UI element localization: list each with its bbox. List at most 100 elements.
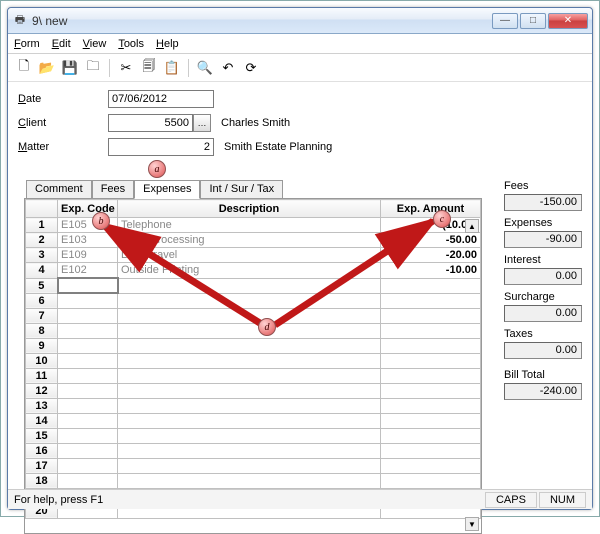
cell-code[interactable]: E102 <box>58 263 118 279</box>
tab-expenses[interactable]: Expenses <box>134 180 200 199</box>
cell-code[interactable] <box>58 458 118 473</box>
cell-amount[interactable] <box>381 398 481 413</box>
date-field[interactable] <box>108 90 214 108</box>
cell-amount[interactable] <box>381 278 481 293</box>
cell-amount[interactable] <box>381 293 481 308</box>
cell-desc[interactable]: Outside Printing <box>118 263 381 279</box>
cell-amount[interactable] <box>381 308 481 323</box>
cell-desc[interactable] <box>118 428 381 443</box>
cell-desc[interactable] <box>118 413 381 428</box>
row-header[interactable]: 5 <box>26 278 58 293</box>
folder-icon[interactable]: 🗀 <box>83 58 103 78</box>
cell-code[interactable] <box>58 323 118 338</box>
cell-amount[interactable] <box>381 428 481 443</box>
row-header[interactable]: 9 <box>26 338 58 353</box>
cell-desc[interactable] <box>118 368 381 383</box>
table-row[interactable]: 18 <box>26 473 481 488</box>
find-icon[interactable]: 🔍 <box>195 58 215 78</box>
cell-desc[interactable] <box>118 458 381 473</box>
table-row[interactable]: 14 <box>26 413 481 428</box>
row-header[interactable]: 7 <box>26 308 58 323</box>
cell-amount[interactable]: -20.00 <box>381 248 481 263</box>
row-header[interactable]: 1 <box>26 218 58 233</box>
cell-code[interactable] <box>58 278 118 293</box>
cell-desc[interactable]: Telephone <box>118 218 381 233</box>
table-row[interactable]: 7 <box>26 308 481 323</box>
table-row[interactable]: 2E103Word Processing-50.00 <box>26 233 481 248</box>
scroll-down-icon[interactable]: ▼ <box>465 517 479 531</box>
cell-amount[interactable] <box>381 458 481 473</box>
cell-desc[interactable] <box>118 398 381 413</box>
row-header[interactable]: 2 <box>26 233 58 248</box>
cell-desc[interactable] <box>118 323 381 338</box>
table-row[interactable]: 11 <box>26 368 481 383</box>
cell-desc[interactable] <box>118 443 381 458</box>
expense-grid[interactable]: Exp. Code Description Exp. Amount 1E105T… <box>25 199 481 533</box>
cell-code[interactable] <box>58 398 118 413</box>
col-header-amount[interactable]: Exp. Amount <box>381 200 481 218</box>
cell-amount[interactable] <box>381 368 481 383</box>
open-icon[interactable]: 📂 <box>37 58 57 78</box>
cell-code[interactable] <box>58 383 118 398</box>
cell-code[interactable] <box>58 368 118 383</box>
cell-amount[interactable] <box>381 443 481 458</box>
row-header[interactable]: 10 <box>26 353 58 368</box>
tab-int-sur-tax[interactable]: Int / Sur / Tax <box>200 180 283 199</box>
table-row[interactable]: 6 <box>26 293 481 308</box>
row-header[interactable]: 18 <box>26 473 58 488</box>
titlebar[interactable]: 🖶 9\ new — □ ✕ <box>8 8 592 34</box>
client-lookup-button[interactable]: … <box>193 114 211 132</box>
table-row[interactable]: 13 <box>26 398 481 413</box>
cell-amount[interactable] <box>381 338 481 353</box>
cell-amount[interactable]: -50.00 <box>381 233 481 248</box>
cell-amount[interactable] <box>381 383 481 398</box>
row-header[interactable]: 13 <box>26 398 58 413</box>
row-header[interactable]: 14 <box>26 413 58 428</box>
cell-desc[interactable] <box>118 293 381 308</box>
cell-desc[interactable] <box>118 353 381 368</box>
cell-amount[interactable] <box>381 413 481 428</box>
cell-amount[interactable]: -10.00 <box>381 263 481 279</box>
cell-desc[interactable]: Local travel <box>118 248 381 263</box>
cell-code[interactable] <box>58 473 118 488</box>
paste-icon[interactable]: 📋 <box>162 58 182 78</box>
new-icon[interactable]: 🗋 <box>14 58 34 78</box>
tab-comment[interactable]: Comment <box>26 180 92 199</box>
cell-code[interactable] <box>58 308 118 323</box>
table-row[interactable]: 15 <box>26 428 481 443</box>
row-header[interactable]: 8 <box>26 323 58 338</box>
table-row[interactable]: 16 <box>26 443 481 458</box>
undo-icon[interactable]: ↶ <box>218 58 238 78</box>
cell-code[interactable] <box>58 413 118 428</box>
menu-tools[interactable]: Tools <box>118 38 144 50</box>
cell-code[interactable]: E103 <box>58 233 118 248</box>
menu-form[interactable]: Form <box>14 38 40 50</box>
cell-desc[interactable] <box>118 278 381 293</box>
cell-code[interactable] <box>58 428 118 443</box>
maximize-button[interactable]: □ <box>520 13 546 29</box>
cell-desc[interactable]: Word Processing <box>118 233 381 248</box>
cell-desc[interactable] <box>118 473 381 488</box>
row-header[interactable]: 16 <box>26 443 58 458</box>
table-row[interactable]: 4E102Outside Printing-10.00 <box>26 263 481 279</box>
minimize-button[interactable]: — <box>492 13 518 29</box>
table-row[interactable]: 5 <box>26 278 481 293</box>
row-header[interactable]: 12 <box>26 383 58 398</box>
close-button[interactable]: ✕ <box>548 13 588 29</box>
client-field[interactable] <box>108 114 193 132</box>
cell-amount[interactable] <box>381 473 481 488</box>
table-row[interactable]: 12 <box>26 383 481 398</box>
refresh-icon[interactable]: ⟳ <box>241 58 261 78</box>
row-header[interactable]: 3 <box>26 248 58 263</box>
col-header-code[interactable]: Exp. Code <box>58 200 118 218</box>
row-header[interactable]: 17 <box>26 458 58 473</box>
cell-desc[interactable] <box>118 308 381 323</box>
row-header[interactable]: 15 <box>26 428 58 443</box>
scroll-up-icon[interactable]: ▲ <box>465 219 479 233</box>
menu-view[interactable]: View <box>83 38 107 50</box>
table-row[interactable]: 10 <box>26 353 481 368</box>
tab-fees[interactable]: Fees <box>92 180 134 199</box>
matter-field[interactable] <box>108 138 214 156</box>
col-header-desc[interactable]: Description <box>118 200 381 218</box>
menu-edit[interactable]: Edit <box>52 38 71 50</box>
